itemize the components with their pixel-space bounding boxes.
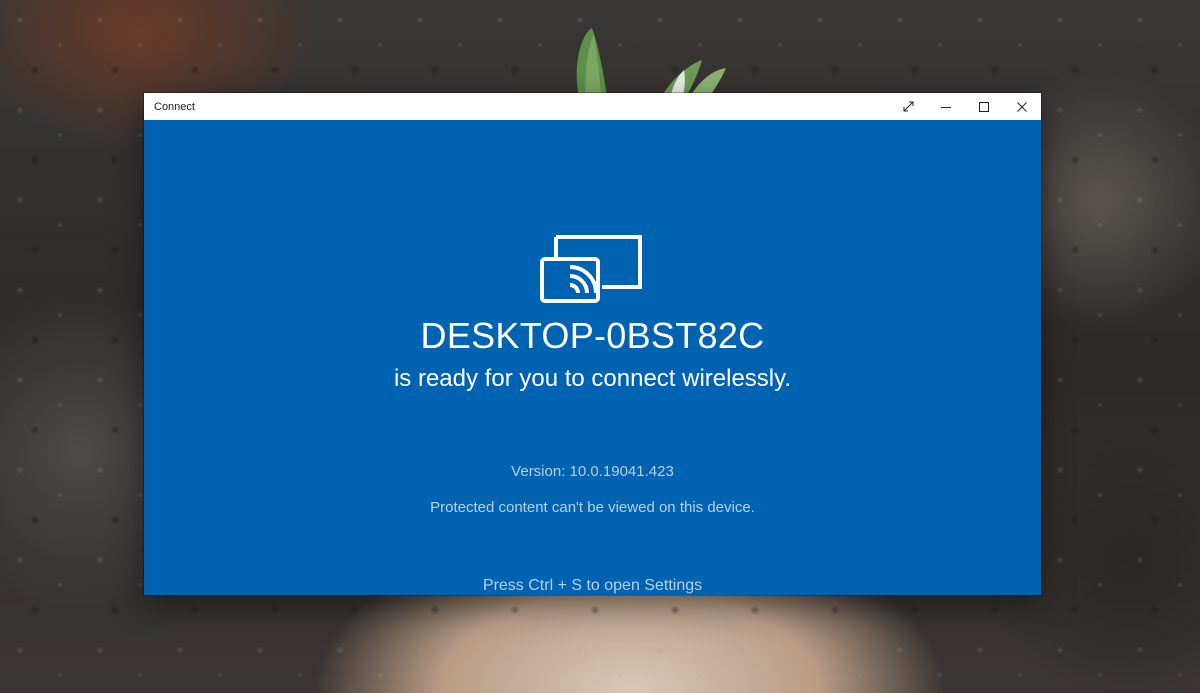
desktop-background: Connect DESKTOP-0BST82C is ready for you… [0, 0, 1200, 693]
ready-message: is ready for you to connect wirelessly. [393, 365, 792, 392]
close-icon [1017, 101, 1027, 112]
device-name: DESKTOP-0BST82C [420, 315, 765, 356]
title-bar[interactable]: Connect [144, 93, 1041, 120]
window-title: Connect [154, 100, 195, 113]
maximize-button[interactable] [965, 93, 1003, 120]
cast-screen-icon [540, 235, 642, 303]
connect-app-window[interactable]: Connect DESKTOP-0BST82C is ready for you… [144, 93, 1041, 595]
protected-content-note: Protected content can't be viewed on thi… [430, 499, 755, 516]
fullscreen-button[interactable] [889, 93, 927, 120]
close-button[interactable] [1003, 93, 1041, 120]
minimize-icon [941, 106, 951, 108]
maximize-icon [979, 101, 989, 112]
succulent-plant-image [576, 28, 726, 100]
minimize-button[interactable] [927, 93, 965, 120]
version-text: Version: 10.0.19041.423 [511, 463, 674, 480]
settings-shortcut-hint: Press Ctrl + S to open Settings [482, 577, 703, 594]
connect-content-panel: DESKTOP-0BST82C is ready for you to conn… [144, 120, 1041, 595]
expand-diagonal-icon [903, 101, 913, 112]
